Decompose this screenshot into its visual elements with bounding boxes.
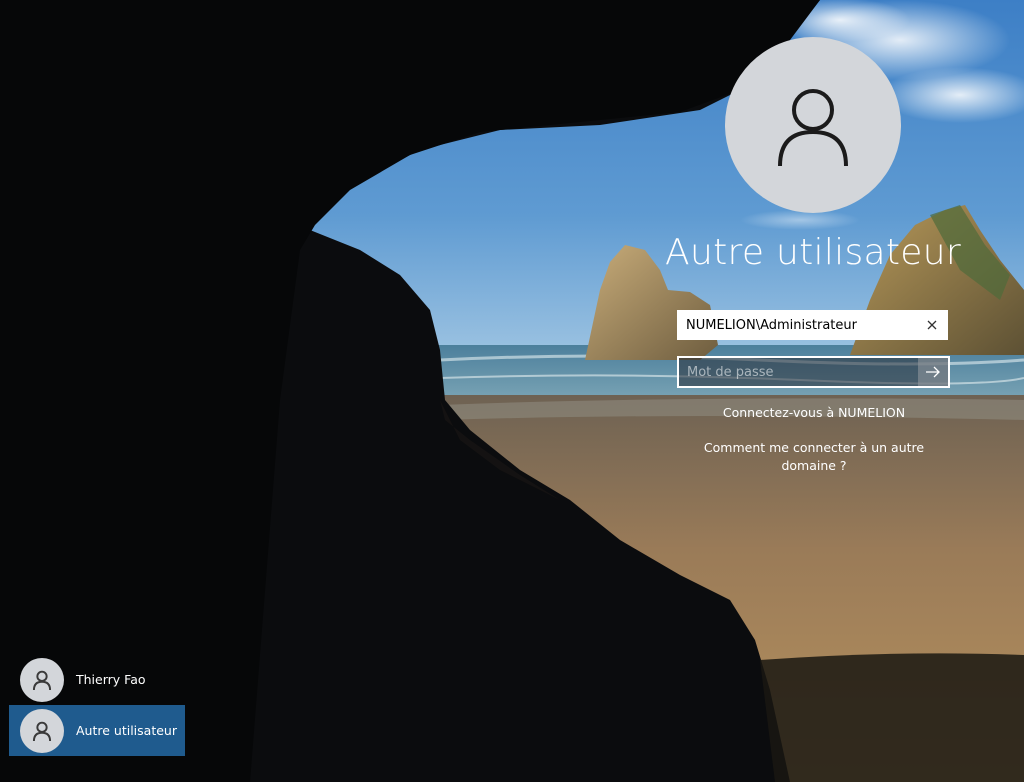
user-item-label: Thierry Fao	[76, 672, 146, 687]
account-display-name: Autre utilisateur	[665, 232, 961, 273]
username-field[interactable]	[677, 310, 948, 340]
signin-domain-link[interactable]: Connectez-vous à NUMELION	[690, 405, 938, 420]
lock-screen: Autre utilisateur Connectez-vous à NUMEL…	[0, 0, 1024, 782]
other-domain-link-line2: domaine ?	[781, 458, 847, 473]
user-avatar-small	[20, 657, 64, 702]
user-silhouette-icon	[32, 670, 52, 690]
arrow-right-icon	[926, 366, 940, 378]
submit-button[interactable]	[918, 358, 948, 386]
password-input[interactable]	[679, 358, 923, 386]
user-item-label: Autre utilisateur	[76, 723, 177, 738]
username-input[interactable]	[678, 311, 926, 339]
user-avatar-large	[725, 37, 901, 213]
password-field[interactable]	[677, 356, 950, 388]
close-icon	[927, 320, 937, 330]
user-item-thierry-fao[interactable]: Thierry Fao	[9, 654, 189, 705]
user-item-autre-utilisateur[interactable]: Autre utilisateur	[9, 705, 185, 756]
clear-username-button[interactable]	[919, 311, 945, 339]
other-domain-link[interactable]: Comment me connecter à un autre domaine …	[690, 439, 938, 475]
user-switcher-list: Thierry Fao Autre utilisateur	[9, 654, 189, 756]
other-domain-link-line1: Comment me connecter à un autre	[703, 440, 925, 455]
user-silhouette-icon	[32, 721, 52, 741]
user-avatar-small	[20, 708, 64, 753]
user-silhouette-icon	[778, 89, 848, 167]
